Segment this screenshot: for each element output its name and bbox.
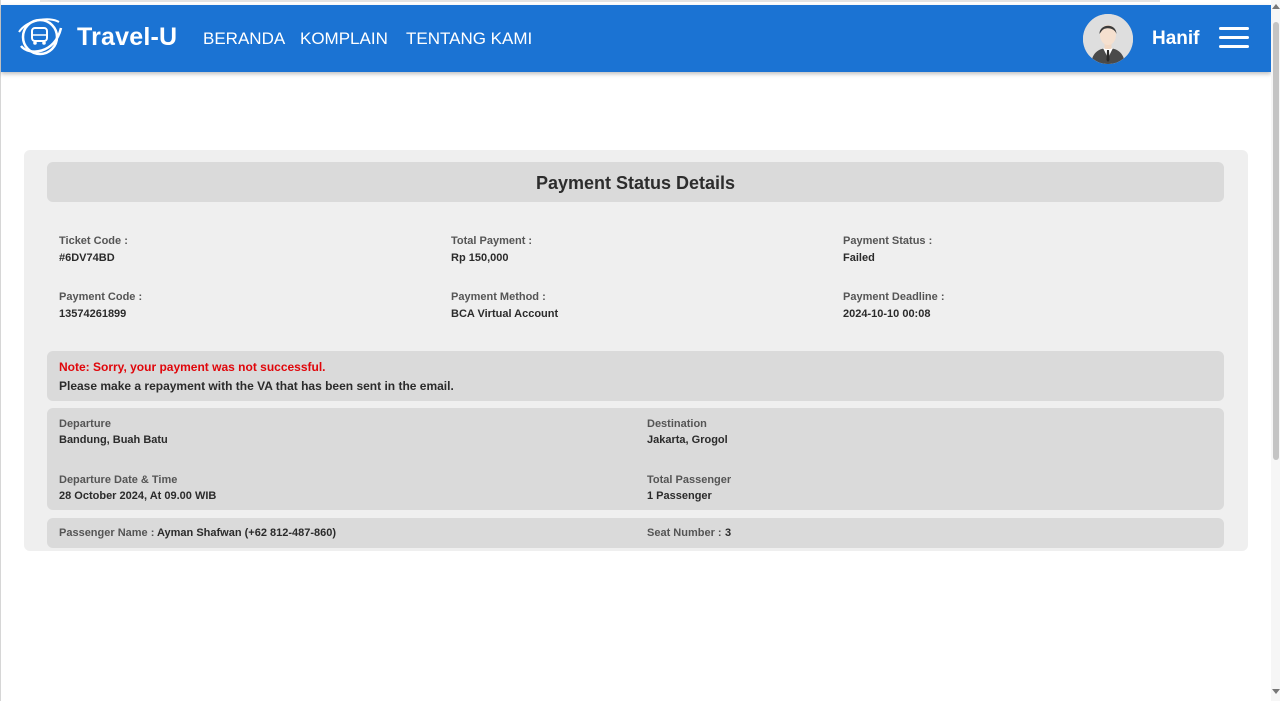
total-payment-value: Rp 150,000 <box>451 252 509 264</box>
seat-number-value: 3 <box>725 527 732 539</box>
departure-datetime-value: 28 October 2024, At 09.00 WIB <box>59 490 217 502</box>
destination-value: Jakarta, Grogol <box>647 434 728 446</box>
hamburger-menu-icon[interactable] <box>1219 27 1251 49</box>
departure-datetime-label: Departure Date & Time <box>59 474 178 486</box>
total-payment-label: Total Payment : <box>451 235 533 247</box>
navbar: Travel-U BERANDA KOMPLAIN TENTANG KAMI H… <box>1 5 1271 72</box>
passenger-name-label: Passenger Name : <box>59 527 155 539</box>
browser-top-edge <box>40 0 1160 2</box>
total-passenger-value: 1 Passenger <box>647 490 712 502</box>
user-avatar-icon <box>1083 14 1133 64</box>
passenger-name-value: Ayman Shafwan (+62 812-487-860) <box>157 527 337 539</box>
ticket-code-label: Ticket Code : <box>59 235 128 247</box>
page-title: Payment Status Details <box>535 173 736 193</box>
ticket-code-value: #6DV74BD <box>59 252 115 264</box>
payment-status-label: Payment Status : <box>843 235 933 247</box>
trip-details-box: Departure Bandung, Buah Batu Destination… <box>47 408 1224 510</box>
payment-code-label: Payment Code : <box>59 291 143 303</box>
payment-status-value: Failed <box>843 252 875 264</box>
payment-method-value: BCA Virtual Account <box>451 308 559 320</box>
payment-deadline-value: 2024-10-10 00:08 <box>843 308 931 320</box>
username[interactable]: Hanif <box>1152 28 1200 50</box>
nav-link-beranda[interactable]: BERANDA <box>203 29 285 49</box>
payment-header-box: Payment Status Details <box>47 162 1224 202</box>
payment-deadline-label: Payment Deadline : <box>843 291 945 303</box>
payment-method-label: Payment Method : <box>451 291 546 303</box>
nav-link-komplain[interactable]: KOMPLAIN <box>300 29 388 49</box>
note-headline: Note: Sorry, your payment was not succes… <box>59 360 326 374</box>
travel-globe-logo-icon[interactable] <box>15 12 65 62</box>
vertical-scrollbar[interactable] <box>1271 0 1280 701</box>
scroll-down-arrow-icon[interactable] <box>1272 689 1280 694</box>
seat-number-label: Seat Number : <box>647 527 722 539</box>
brand-name[interactable]: Travel-U <box>77 23 177 52</box>
payment-code-value: 13574261899 <box>59 308 127 320</box>
note-text: Please make a repayment with the VA that… <box>59 379 454 393</box>
departure-value: Bandung, Buah Batu <box>59 434 168 446</box>
scroll-up-arrow-icon[interactable] <box>1272 4 1280 9</box>
departure-label: Departure <box>59 418 111 430</box>
passenger-row: Passenger Name : Ayman Shafwan (+62 812-… <box>47 518 1224 548</box>
destination-label: Destination <box>647 418 707 430</box>
scrollbar-thumb[interactable] <box>1273 22 1279 460</box>
user-avatar[interactable] <box>1083 14 1133 64</box>
nav-link-tentang-kami[interactable]: TENTANG KAMI <box>406 29 532 49</box>
payment-note-box: Note: Sorry, your payment was not succes… <box>47 351 1224 401</box>
total-passenger-label: Total Passenger <box>647 474 732 486</box>
